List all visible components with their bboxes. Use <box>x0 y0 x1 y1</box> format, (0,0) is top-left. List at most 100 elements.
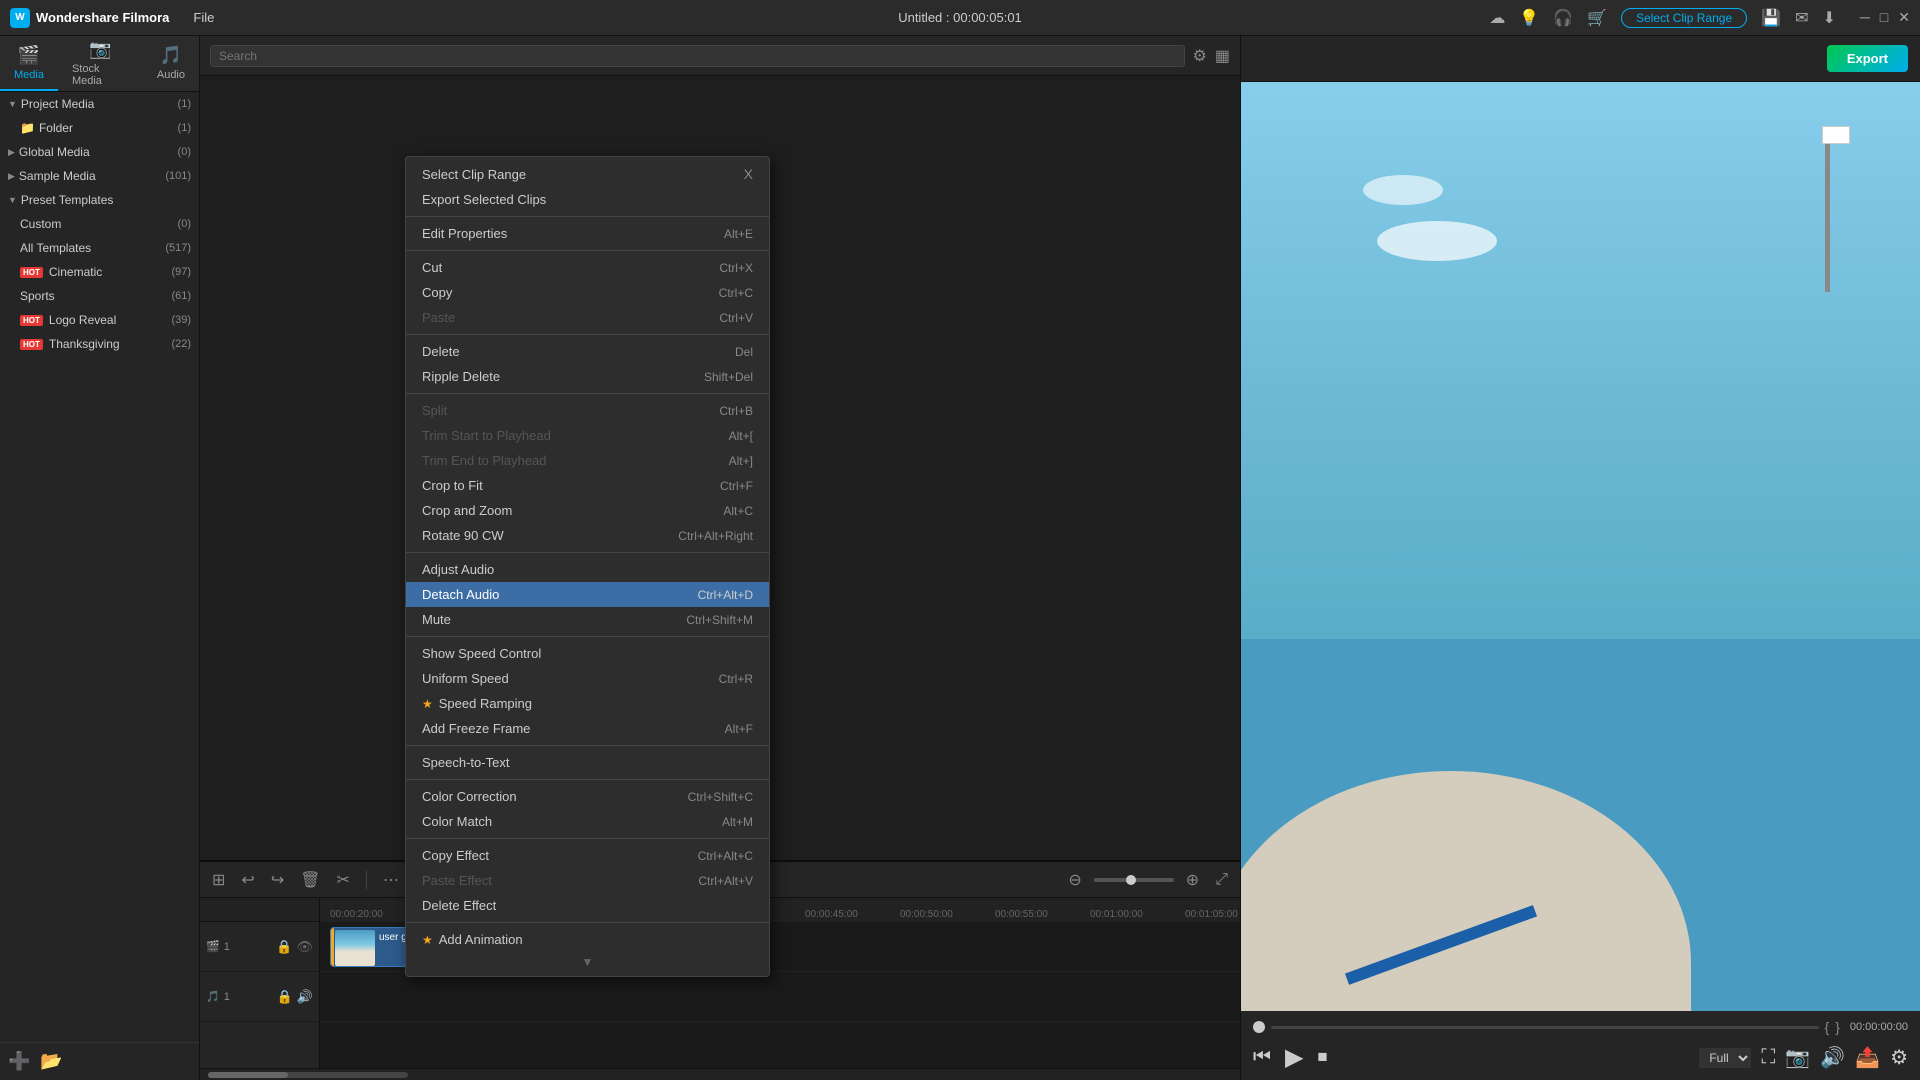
bracket-start[interactable]: { <box>1825 1019 1830 1035</box>
export-button[interactable]: Export <box>1827 45 1908 72</box>
video-clip-block[interactable]: user guide <box>330 927 410 967</box>
ctx-color-correction[interactable]: Color Correction Ctrl+Shift+C <box>406 784 769 809</box>
headset-icon[interactable]: 🎧 <box>1553 8 1573 28</box>
progress-dot[interactable] <box>1253 1021 1265 1033</box>
ctx-cut[interactable]: Cut Ctrl+X <box>406 255 769 280</box>
media-tab-icon: 🎬 <box>18 45 40 66</box>
snapshot-icon[interactable]: 📷 <box>1785 1045 1810 1070</box>
tree-sports[interactable]: Sports (61) <box>0 284 199 308</box>
ctx-show-speed[interactable]: Show Speed Control <box>406 641 769 666</box>
audio-track-1-lock-icon[interactable]: 🔒 <box>277 989 293 1005</box>
maximize-button[interactable]: □ <box>1880 9 1888 26</box>
timeline-add-track-icon[interactable]: ⊞ <box>208 868 229 892</box>
timeline-scroll-thumb[interactable] <box>208 1072 288 1078</box>
cloud-icon[interactable]: ☁ <box>1489 8 1505 28</box>
ctx-edit-properties[interactable]: Edit Properties Alt+E <box>406 221 769 246</box>
timeline-delete-icon[interactable]: 🗑 <box>296 868 324 892</box>
ctx-copy[interactable]: Copy Ctrl+C <box>406 280 769 305</box>
ctx-detach-audio[interactable]: Detach Audio Ctrl+Alt+D <box>406 582 769 607</box>
tree-global-media[interactable]: ▶ Global Media (0) <box>0 140 199 164</box>
bulb-icon[interactable]: 💡 <box>1519 8 1539 28</box>
tree-project-media[interactable]: ▼ Project Media (1) <box>0 92 199 116</box>
tree-hoi-cinematic[interactable]: HOT Cinematic (97) <box>0 260 199 284</box>
folder-icon: 📁 <box>20 121 35 135</box>
ctx-copy-effect[interactable]: Copy Effect Ctrl+Alt+C <box>406 843 769 868</box>
ctx-export-selected[interactable]: Export Selected Clips <box>406 187 769 212</box>
fullscreen-icon[interactable]: ⛶ <box>1761 1046 1775 1069</box>
sky-bg <box>1241 82 1920 639</box>
tree-hoi-logo-reveal[interactable]: HOT Logo Reveal (39) <box>0 308 199 332</box>
timeline-undo-icon[interactable]: ↩ <box>237 868 258 892</box>
ruler-ts-0: 00:00:20:00 <box>330 909 383 920</box>
add-media-icon[interactable]: ➕ <box>8 1051 30 1072</box>
tree-preset-templates[interactable]: ▼ Preset Templates <box>0 188 199 212</box>
close-button[interactable]: ✕ <box>1898 9 1910 26</box>
timeline-zoom-out-icon[interactable]: ⊖ <box>1064 868 1085 892</box>
ctx-color-match[interactable]: Color Match Alt+M <box>406 809 769 834</box>
ctx-adjust-audio[interactable]: Adjust Audio <box>406 557 769 582</box>
cart-icon[interactable]: 🛒 <box>1587 8 1607 28</box>
ctx-speed-ramping[interactable]: ★ Speed Ramping <box>406 691 769 716</box>
media-search-input[interactable] <box>210 45 1185 67</box>
track-1-visibility-icon[interactable]: 👁 <box>296 939 313 955</box>
ctx-close-button[interactable]: X <box>744 166 753 182</box>
ctx-add-animation[interactable]: ★ Add Animation <box>406 927 769 952</box>
ctx-split-shortcut: Ctrl+B <box>719 404 753 418</box>
login-button[interactable]: Select Clip Range <box>1621 8 1747 28</box>
tree-custom[interactable]: Custom (0) <box>0 212 199 236</box>
video-preview <box>1241 82 1920 1011</box>
new-folder-icon[interactable]: 📂 <box>40 1051 62 1072</box>
project-title: Untitled : 00:00:05:01 <box>898 10 1022 25</box>
file-menu[interactable]: File <box>185 8 222 27</box>
timeline-scroll-track[interactable] <box>208 1072 408 1078</box>
minimize-button[interactable]: ─ <box>1860 9 1870 26</box>
timeline-zoom-slider[interactable] <box>1094 878 1174 882</box>
filter-icon[interactable]: ⚙ <box>1193 46 1207 66</box>
email-icon[interactable]: ✉ <box>1795 8 1808 28</box>
play-button[interactable]: ▶ <box>1285 1043 1303 1072</box>
timeline-magnet-icon[interactable]: ⋯ <box>379 868 403 892</box>
tree-all-templates[interactable]: All Templates (517) <box>0 236 199 260</box>
grid-view-icon[interactable]: ▦ <box>1215 46 1230 66</box>
track-1-lock-icon[interactable]: 🔒 <box>276 939 292 955</box>
ctx-crop-zoom[interactable]: Crop and Zoom Alt+C <box>406 498 769 523</box>
ctx-freeze-frame[interactable]: Add Freeze Frame Alt+F <box>406 716 769 741</box>
timeline-redo-icon[interactable]: ↪ <box>267 868 288 892</box>
tree-hoi-thanksgiving[interactable]: HOT Thanksgiving (22) <box>0 332 199 356</box>
download-icon[interactable]: ⬇ <box>1822 8 1835 28</box>
settings-preview-icon[interactable]: ⚙ <box>1890 1045 1908 1070</box>
bracket-end[interactable]: } <box>1835 1019 1840 1035</box>
audio-track-1-mute-icon[interactable]: 🔊 <box>297 989 313 1005</box>
hoi-logo-hot-badge: HOT <box>20 315 43 326</box>
clip-thumbnail <box>335 930 375 966</box>
tree-folder[interactable]: 📁 Folder (1) <box>0 116 199 140</box>
timeline-scrollbar[interactable] <box>200 1068 1240 1080</box>
tree-hoi-logo-label: Logo Reveal <box>49 313 116 327</box>
export-frame-icon[interactable]: 📤 <box>1855 1045 1880 1070</box>
volume-icon[interactable]: 🔊 <box>1820 1045 1845 1070</box>
timeline-cut-icon[interactable]: ✂ <box>333 868 354 892</box>
ctx-header-label: Select Clip Range <box>422 167 526 182</box>
quality-select[interactable]: Full 1/2 1/4 <box>1699 1048 1751 1068</box>
ctx-uniform-speed[interactable]: Uniform Speed Ctrl+R <box>406 666 769 691</box>
tab-audio-label: Audio <box>157 69 185 81</box>
timeline-zoom-handle[interactable] <box>1126 875 1136 885</box>
progress-track[interactable] <box>1271 1026 1819 1029</box>
ctx-crop-to-fit[interactable]: Crop to Fit Ctrl+F <box>406 473 769 498</box>
save-icon[interactable]: 💾 <box>1761 8 1781 28</box>
ctx-delete-effect[interactable]: Delete Effect <box>406 893 769 918</box>
tab-audio[interactable]: 🎵 Audio <box>143 36 199 91</box>
tab-stock-media[interactable]: 📷 Stock Media <box>58 36 143 91</box>
timeline-fit-icon[interactable]: ⤢ <box>1211 869 1232 891</box>
ctx-speech-to-text[interactable]: Speech-to-Text <box>406 750 769 775</box>
tree-sample-media[interactable]: ▶ Sample Media (101) <box>0 164 199 188</box>
ctx-mute[interactable]: Mute Ctrl+Shift+M <box>406 607 769 632</box>
ctx-ripple-delete[interactable]: Ripple Delete Shift+Del <box>406 364 769 389</box>
ctx-delete[interactable]: Delete Del <box>406 339 769 364</box>
skip-back-icon[interactable]: ⏮ <box>1253 1046 1271 1069</box>
timeline-zoom-in-icon[interactable]: ⊕ <box>1182 868 1203 892</box>
logo-area: W Wondershare Filmora <box>10 8 169 28</box>
ctx-rotate[interactable]: Rotate 90 CW Ctrl+Alt+Right <box>406 523 769 548</box>
stop-button[interactable]: ⏹ <box>1317 1046 1327 1069</box>
tab-media[interactable]: 🎬 Media <box>0 36 58 91</box>
